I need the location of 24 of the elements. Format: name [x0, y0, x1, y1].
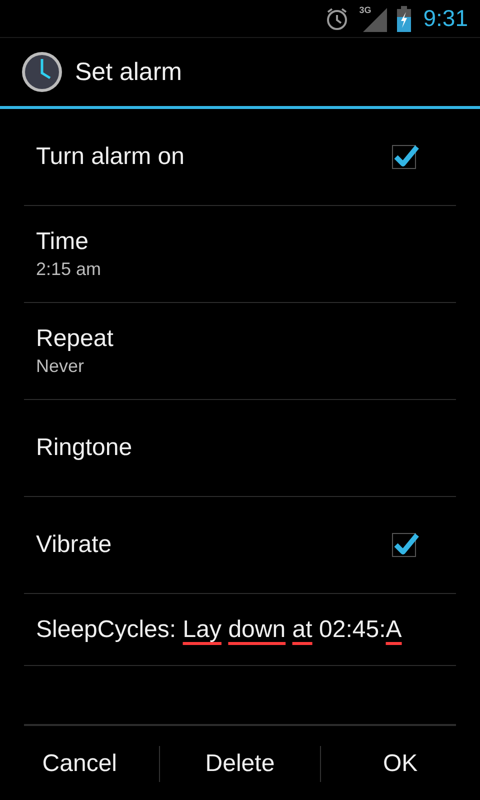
dialog-button[interactable]: OK — [320, 728, 480, 800]
alarm-clock-icon — [325, 6, 350, 30]
row-title: Vibrate — [36, 531, 112, 559]
row-title: Ringtone — [36, 434, 132, 462]
settings-row[interactable]: Vibrate — [24, 497, 456, 594]
row-summary: 2:15 am — [36, 259, 102, 280]
dialog-title: Set alarm — [75, 58, 182, 86]
label-field[interactable]: SleepCycles: Lay down at 02:45:A — [24, 594, 456, 666]
clock-time: 9:31 — [423, 5, 468, 32]
row-summary: Never — [36, 356, 86, 377]
row-title: Repeat — [36, 325, 114, 353]
battery-charging-icon — [397, 6, 412, 32]
checkbox[interactable] — [392, 145, 416, 169]
settings-row[interactable]: Time 2:15 am — [24, 206, 456, 303]
row-title: Turn alarm on — [36, 143, 184, 171]
settings-row[interactable]: Ringtone — [24, 400, 456, 497]
checkbox[interactable] — [392, 533, 416, 557]
settings-row[interactable]: Repeat Never — [24, 303, 456, 400]
clock-icon — [21, 51, 63, 93]
dialog-button[interactable]: Cancel — [0, 728, 160, 800]
row-title: Time — [36, 228, 90, 256]
network-type-label: 3G — [359, 4, 372, 14]
settings-row[interactable]: Turn alarm on — [24, 109, 456, 206]
dialog-button[interactable]: Delete — [160, 728, 320, 800]
